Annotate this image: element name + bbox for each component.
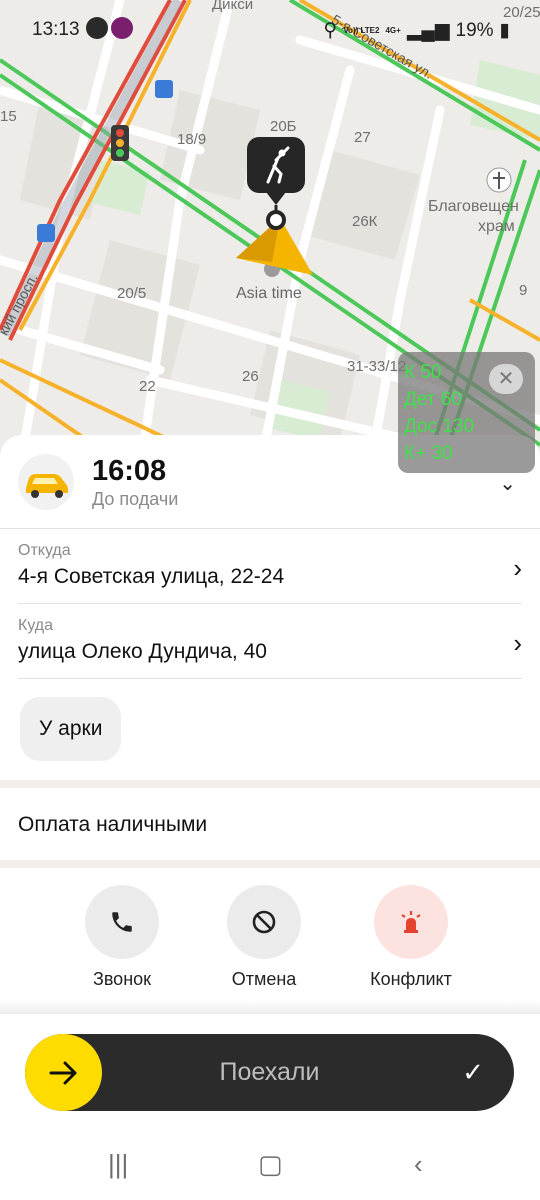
cancel-label: Отмена [231, 969, 297, 989]
map-label: 20/5 [117, 285, 147, 302]
overlay-line: К+ 30 [404, 443, 453, 464]
map-label: Благовещен [428, 198, 519, 215]
cancel-button[interactable]: Отмена [194, 885, 334, 990]
divider [18, 603, 522, 604]
phone-icon [85, 885, 159, 959]
status-bar: 13:13 ⚲ Vo)) LTE2 4G+ ▂▄▆ 19% ▮ [0, 0, 540, 60]
network-indicator: 4G+ [385, 26, 401, 35]
app-notification-icon [86, 17, 108, 39]
section-separator [0, 860, 540, 868]
eta-time: 16:08 [92, 455, 167, 487]
cancel-icon [227, 885, 301, 959]
overlay-line: К 50 [404, 362, 442, 383]
check-icon: ✓ [462, 1057, 484, 1087]
car-icon [18, 454, 74, 510]
order-sheet: 16:08 До подачи ⌄ Откуда 4-я Советская у… [0, 435, 540, 1200]
bus-stop-icon [155, 80, 173, 98]
call-button[interactable]: Звонок [52, 885, 192, 990]
shadow [0, 1000, 540, 1014]
overlay-line: Дет 60 [404, 389, 462, 410]
eta-caption: До подачи [92, 489, 179, 509]
payment-method: Оплата наличными [18, 813, 208, 836]
pickup-address: 4-я Советская улица, 22-24 [18, 565, 285, 588]
back-button[interactable]: ‹ [414, 1149, 423, 1180]
poi-label: Asia time [236, 285, 302, 302]
divider [18, 678, 522, 679]
overlay-close-button[interactable]: ✕ [489, 364, 523, 394]
chevron-down-icon[interactable]: ⌄ [499, 471, 516, 496]
chevron-right-icon: › [513, 628, 522, 658]
arrow-right-icon [49, 1061, 76, 1084]
system-nav-bar: ||| ▢ ‹ [0, 1135, 540, 1200]
price-overlay-widget[interactable]: К 50 Дет 60 Дос 130 К+ 30 ✕ [398, 352, 535, 473]
volte-indicator: Vo)) LTE2 [343, 26, 380, 35]
battery-percent: 19% [455, 19, 494, 41]
siren-icon [374, 885, 448, 959]
pickup-label: Откуда [18, 542, 71, 559]
map-label: 15 [0, 108, 17, 125]
destination-address: улица Олеко Дундича, 40 [18, 640, 267, 663]
traffic-light-icon [111, 125, 129, 161]
location-icon: ⚲ [323, 20, 338, 41]
call-label: Звонок [92, 969, 152, 989]
app-notification-icon [111, 17, 133, 39]
section-separator [0, 780, 540, 788]
divider [0, 528, 540, 529]
map-label: 18/9 [177, 131, 207, 148]
map-label: 20Б [270, 118, 297, 135]
map-label: 22 [139, 378, 156, 395]
recent-apps-button[interactable]: ||| [108, 1149, 128, 1180]
bus-stop-icon [37, 224, 55, 242]
map-label: 27 [354, 129, 371, 146]
passenger-comment: У арки [20, 697, 122, 761]
battery-icon: ▮ [499, 20, 510, 41]
home-button[interactable]: ▢ [258, 1149, 283, 1180]
destination-label: Куда [18, 617, 54, 634]
conflict-button[interactable]: Конфликт [341, 885, 481, 990]
map-label: 26К [352, 213, 378, 230]
status-right: ⚲ Vo)) LTE2 4G+ ▂▄▆ 19% ▮ [323, 19, 510, 42]
map-label: 26 [242, 368, 259, 385]
map-label: храм [478, 218, 515, 235]
map-label: 9 [519, 282, 528, 299]
go-slider[interactable]: Поехали ✓ [25, 1034, 514, 1111]
conflict-label: Конфликт [370, 969, 452, 989]
signal-icon: ▂▄▆ [406, 20, 450, 41]
overlay-line: Дос 130 [404, 416, 475, 437]
chevron-right-icon: › [513, 553, 522, 583]
status-time: 13:13 [32, 19, 80, 40]
slider-knob[interactable] [25, 1034, 102, 1111]
